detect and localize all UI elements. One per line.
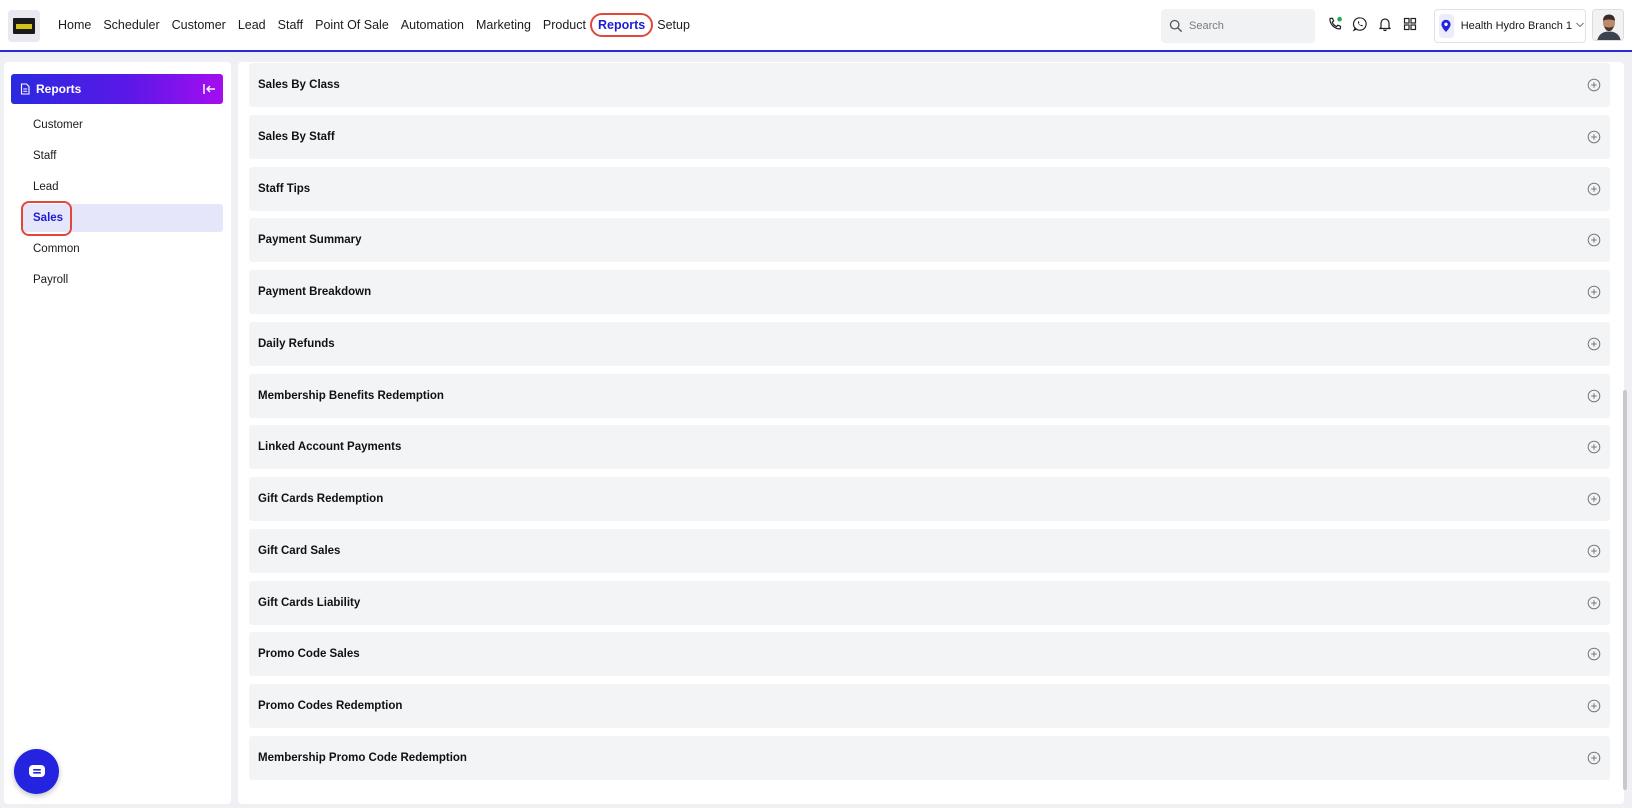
expand-plus-icon[interactable] (1587, 389, 1601, 403)
top-navigation-bar: Home Scheduler Customer Lead Staff Point… (0, 0, 1632, 52)
report-row-label: Promo Codes Redemption (258, 700, 403, 712)
bell-icon[interactable] (1376, 15, 1394, 33)
phone-icon[interactable] (1326, 15, 1344, 33)
nav-marketing[interactable]: Marketing (470, 13, 537, 37)
report-row-label: Promo Code Sales (258, 648, 360, 660)
report-row-linked-account-payments[interactable]: Linked Account Payments (249, 425, 1610, 469)
report-row-label: Payment Breakdown (258, 286, 372, 298)
report-row-payment-summary[interactable]: Payment Summary (249, 218, 1610, 262)
report-document-icon (20, 83, 30, 95)
report-row-label: Payment Summary (258, 234, 362, 246)
location-pin-icon (1439, 14, 1454, 38)
search-icon (1169, 19, 1182, 32)
nav-home[interactable]: Home (52, 13, 97, 37)
sidebar-item-label: Sales (33, 212, 64, 224)
report-row-promo-codes-redemption[interactable]: Promo Codes Redemption (249, 684, 1610, 728)
reports-list-panel: Sales By Class Sales By Staff Staff Tips… (238, 62, 1624, 804)
report-row-label: Gift Card Sales (258, 545, 341, 557)
expand-plus-icon[interactable] (1587, 440, 1601, 454)
sidebar-title: Reports (36, 82, 82, 96)
report-row-label: Sales By Staff (258, 131, 335, 143)
user-avatar[interactable] (1592, 9, 1624, 41)
report-row-gift-cards-redemption[interactable]: Gift Cards Redemption (249, 477, 1610, 521)
expand-plus-icon[interactable] (1587, 699, 1601, 713)
expand-plus-icon[interactable] (1587, 233, 1601, 247)
nav-product[interactable]: Product (537, 13, 592, 37)
main-scrollbar-thumb[interactable] (1623, 390, 1627, 790)
report-row-label: Staff Tips (258, 183, 311, 195)
expand-plus-icon[interactable] (1587, 130, 1601, 144)
report-row-staff-tips[interactable]: Staff Tips (249, 167, 1610, 211)
sidebar-item-lead[interactable]: Lead (21, 173, 223, 201)
report-row-label: Gift Cards Redemption (258, 493, 384, 505)
collapse-sidebar-icon[interactable] (201, 81, 217, 97)
nav-setup[interactable]: Setup (651, 13, 696, 37)
sidebar-item-staff[interactable]: Staff (21, 142, 223, 170)
expand-plus-icon[interactable] (1587, 751, 1601, 765)
report-row-daily-refunds[interactable]: Daily Refunds (249, 322, 1610, 366)
nav-staff[interactable]: Staff (272, 13, 309, 37)
main-nav: Home Scheduler Customer Lead Staff Point… (52, 0, 696, 50)
report-row-sales-by-class[interactable]: Sales By Class (249, 63, 1610, 107)
report-row-promo-code-sales[interactable]: Promo Code Sales (249, 632, 1610, 676)
nav-lead[interactable]: Lead (232, 13, 272, 37)
branch-label: Health Hydro Branch 1 (1460, 20, 1572, 32)
sidebar-item-label: Common (33, 243, 80, 255)
nav-point-of-sale[interactable]: Point Of Sale (309, 13, 395, 37)
expand-plus-icon[interactable] (1587, 647, 1601, 661)
branch-selector[interactable]: Health Hydro Branch 1 (1434, 9, 1586, 43)
chat-support-button[interactable] (14, 749, 59, 794)
report-row-label: Linked Account Payments (258, 441, 402, 453)
sidebar-item-label: Payroll (33, 274, 69, 286)
apps-grid-icon[interactable] (1401, 15, 1419, 33)
nav-reports[interactable]: Reports (590, 13, 654, 37)
expand-plus-icon[interactable] (1587, 182, 1601, 196)
sidebar-item-label: Lead (33, 181, 59, 193)
sidebar-item-label: Customer (33, 119, 83, 131)
nav-customer[interactable]: Customer (166, 13, 232, 37)
chevron-down-icon (1575, 21, 1585, 32)
expand-plus-icon[interactable] (1587, 492, 1601, 506)
reports-sidebar: Reports Customer Staff Lead Sales Common… (4, 62, 231, 804)
report-row-label: Daily Refunds (258, 338, 335, 350)
app-logo[interactable] (8, 10, 40, 42)
chat-icon (28, 764, 45, 777)
report-row-sales-by-staff[interactable]: Sales By Staff (249, 115, 1610, 159)
expand-plus-icon[interactable] (1587, 596, 1601, 610)
sidebar-item-payroll[interactable]: Payroll (21, 266, 223, 294)
report-row-label: Membership Benefits Redemption (258, 390, 444, 402)
sidebar-header: Reports (11, 74, 223, 104)
report-row-payment-breakdown[interactable]: Payment Breakdown (249, 270, 1610, 314)
sidebar-item-label: Staff (33, 150, 57, 162)
report-row-membership-promo-code-redemption[interactable]: Membership Promo Code Redemption (249, 736, 1610, 780)
report-row-gift-cards-liability[interactable]: Gift Cards Liability (249, 581, 1610, 625)
report-row-label: Sales By Class (258, 79, 340, 91)
nav-automation[interactable]: Automation (395, 13, 470, 37)
report-row-label: Gift Cards Liability (258, 597, 361, 609)
whatsapp-icon[interactable] (1351, 15, 1369, 33)
sidebar-item-customer[interactable]: Customer (21, 111, 223, 139)
sidebar-item-common[interactable]: Common (21, 235, 223, 263)
search-box[interactable] (1161, 9, 1315, 43)
sidebar-item-sales[interactable]: Sales (21, 204, 223, 232)
expand-plus-icon[interactable] (1587, 337, 1601, 351)
report-row-label: Membership Promo Code Redemption (258, 752, 467, 764)
report-row-gift-card-sales[interactable]: Gift Card Sales (249, 529, 1610, 573)
expand-plus-icon[interactable] (1587, 544, 1601, 558)
expand-plus-icon[interactable] (1587, 78, 1601, 92)
expand-plus-icon[interactable] (1587, 285, 1601, 299)
nav-scheduler[interactable]: Scheduler (97, 13, 165, 37)
report-row-membership-benefits-redemption[interactable]: Membership Benefits Redemption (249, 374, 1610, 418)
search-input[interactable] (1189, 20, 1309, 32)
